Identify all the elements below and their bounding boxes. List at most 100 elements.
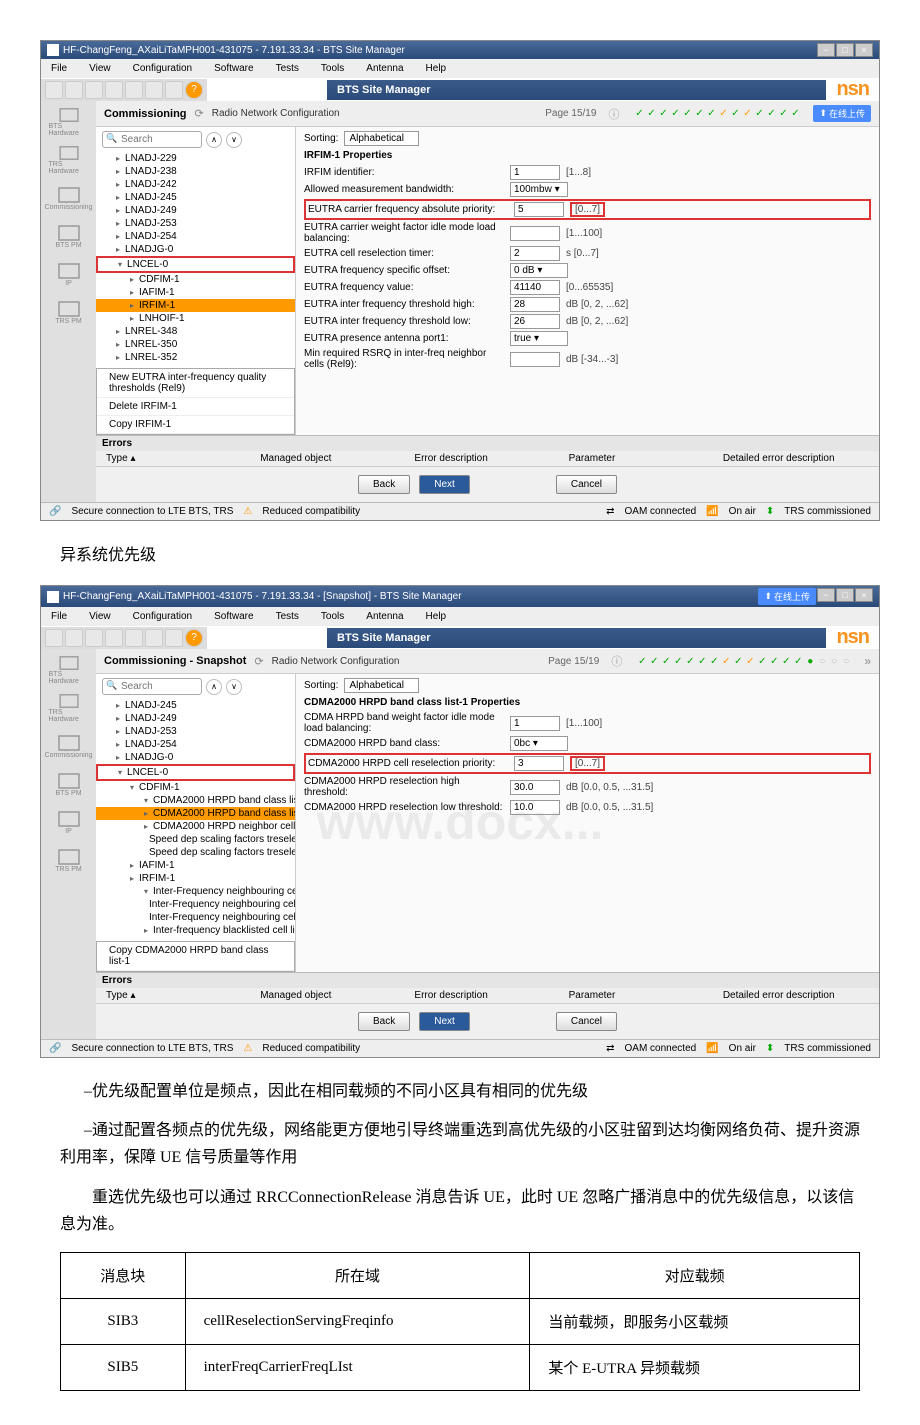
tb-btn-1[interactable] bbox=[45, 81, 63, 99]
property-value[interactable] bbox=[510, 165, 560, 180]
close-button[interactable]: × bbox=[855, 43, 873, 57]
search-next-button[interactable]: ∨ bbox=[226, 679, 242, 695]
error-column-header[interactable]: Managed object bbox=[256, 453, 410, 464]
search-input[interactable] bbox=[102, 678, 202, 695]
tree-item[interactable]: LNCEL-0 bbox=[96, 256, 295, 273]
search-prev-button[interactable]: ∧ bbox=[206, 132, 222, 148]
property-value[interactable] bbox=[510, 314, 560, 329]
info-icon[interactable]: ⓘ bbox=[608, 106, 619, 122]
upload-button[interactable]: ⬆在线上传 bbox=[758, 588, 816, 605]
menu-tests[interactable]: Tests bbox=[266, 609, 309, 624]
error-column-header[interactable]: Type ▴ bbox=[102, 453, 256, 464]
menu-tools[interactable]: Tools bbox=[311, 61, 354, 76]
search-prev-button[interactable]: ∧ bbox=[206, 679, 222, 695]
tree-item[interactable]: IRFIM-1 bbox=[96, 872, 295, 885]
property-value[interactable] bbox=[510, 246, 560, 261]
context-menu-item[interactable]: Copy CDMA2000 HRPD band class list-1 bbox=[97, 942, 294, 971]
menu-file[interactable]: File bbox=[41, 61, 77, 76]
sort-select[interactable]: Alphabetical bbox=[344, 678, 418, 693]
tree-item[interactable]: IAFIM-1 bbox=[96, 859, 295, 872]
sidebar-commissioning[interactable]: Commissioning bbox=[49, 731, 89, 761]
help-icon[interactable]: ? bbox=[185, 629, 203, 647]
property-value[interactable] bbox=[510, 800, 560, 815]
tree-item[interactable]: LNADJ-245 bbox=[96, 191, 295, 204]
minimize-button[interactable]: − bbox=[817, 588, 835, 602]
tree-item[interactable]: LNADJ-242 bbox=[96, 178, 295, 191]
menu-view[interactable]: View bbox=[79, 609, 121, 624]
property-value[interactable] bbox=[514, 756, 564, 771]
sort-select[interactable]: Alphabetical bbox=[344, 131, 418, 146]
help-icon[interactable]: ? bbox=[185, 81, 203, 99]
maximize-button[interactable]: □ bbox=[836, 588, 854, 602]
error-column-header[interactable]: Parameter bbox=[565, 453, 719, 464]
tb-btn-7[interactable] bbox=[165, 629, 183, 647]
tree-item[interactable]: LNADJ-238 bbox=[96, 165, 295, 178]
tree-item[interactable]: LNREL-348 bbox=[96, 325, 295, 338]
tree-item[interactable]: LNADJ-254 bbox=[96, 738, 295, 751]
sidebar-trs-pm[interactable]: TRS PM bbox=[49, 297, 89, 327]
property-value[interactable] bbox=[510, 280, 560, 295]
tb-btn-2[interactable] bbox=[65, 81, 83, 99]
tree-item[interactable]: LNADJ-249 bbox=[96, 204, 295, 217]
tree-item[interactable]: LNADJ-253 bbox=[96, 725, 295, 738]
close-button[interactable]: × bbox=[855, 588, 873, 602]
property-value[interactable] bbox=[514, 202, 564, 217]
context-menu-item[interactable]: Delete IRFIM-1 bbox=[97, 398, 294, 416]
sidebar-bts-pm[interactable]: BTS PM bbox=[49, 769, 89, 799]
error-column-header[interactable]: Parameter bbox=[565, 990, 719, 1001]
tree-item[interactable]: LNADJ-245 bbox=[96, 699, 295, 712]
sidebar-ip[interactable]: IP bbox=[49, 259, 89, 289]
sidebar-bts-pm[interactable]: BTS PM bbox=[49, 221, 89, 251]
tree-item[interactable]: LNREL-350 bbox=[96, 338, 295, 351]
minimize-button[interactable]: − bbox=[817, 43, 835, 57]
property-value[interactable] bbox=[510, 226, 560, 241]
property-value[interactable]: 0bc ▾ bbox=[510, 736, 568, 751]
menu-configuration[interactable]: Configuration bbox=[123, 609, 202, 624]
error-column-header[interactable]: Managed object bbox=[256, 990, 410, 1001]
tree-item[interactable]: CDFIM-1 bbox=[96, 781, 295, 794]
tree-item[interactable]: Speed dep scaling factors treselection H… bbox=[96, 846, 295, 859]
property-value[interactable]: 100mbw ▾ bbox=[510, 182, 568, 197]
tree-item[interactable]: CDMA2000 HRPD band class list-1 bbox=[96, 807, 295, 820]
info-icon[interactable]: ⓘ bbox=[611, 653, 622, 669]
tree-item[interactable]: Inter-Frequency neighbouring cell list-1 bbox=[96, 898, 295, 911]
error-column-header[interactable]: Detailed error description bbox=[719, 453, 873, 464]
tb-btn-7[interactable] bbox=[165, 81, 183, 99]
sidebar-trs-hardware[interactable]: TRS Hardware bbox=[49, 145, 89, 175]
context-menu-item[interactable]: New EUTRA inter-frequency quality thresh… bbox=[97, 369, 294, 398]
error-column-header[interactable]: Type ▴ bbox=[102, 990, 256, 1001]
tree-item[interactable]: LNCEL-0 bbox=[96, 764, 295, 781]
menu-tools[interactable]: Tools bbox=[311, 609, 354, 624]
sidebar-commissioning[interactable]: Commissioning bbox=[49, 183, 89, 213]
tb-btn-5[interactable] bbox=[125, 81, 143, 99]
tree-item[interactable]: Inter-Frequency neighbouring cell list bbox=[96, 885, 295, 898]
tree-item[interactable]: IAFIM-1 bbox=[96, 286, 295, 299]
tb-btn-6[interactable] bbox=[145, 629, 163, 647]
tree-item[interactable]: Inter-Frequency neighbouring cell list-2 bbox=[96, 911, 295, 924]
tree-item[interactable]: LNADJ-253 bbox=[96, 217, 295, 230]
menu-tests[interactable]: Tests bbox=[266, 61, 309, 76]
crumb-refresh-icon[interactable]: ⟳ bbox=[254, 655, 263, 668]
sidebar-ip[interactable]: IP bbox=[49, 807, 89, 837]
tb-btn-2[interactable] bbox=[65, 629, 83, 647]
tb-btn-6[interactable] bbox=[145, 81, 163, 99]
menu-file[interactable]: File bbox=[41, 609, 77, 624]
tree-item[interactable]: Inter-frequency blacklisted cell list bbox=[96, 924, 295, 937]
tree-item[interactable]: LNHOIF-1 bbox=[96, 312, 295, 325]
property-value[interactable]: 0 dB ▾ bbox=[510, 263, 568, 278]
menu-antenna[interactable]: Antenna bbox=[356, 609, 413, 624]
search-next-button[interactable]: ∨ bbox=[226, 132, 242, 148]
menu-software[interactable]: Software bbox=[204, 61, 263, 76]
tb-btn-3[interactable] bbox=[85, 629, 103, 647]
property-value[interactable] bbox=[510, 780, 560, 795]
back-button[interactable]: Back bbox=[358, 475, 410, 494]
error-column-header[interactable]: Error description bbox=[410, 453, 564, 464]
more-icon[interactable]: » bbox=[864, 654, 871, 668]
property-value[interactable] bbox=[510, 352, 560, 367]
tb-btn-4[interactable] bbox=[105, 81, 123, 99]
next-button[interactable]: Next bbox=[419, 1012, 470, 1031]
tree-item[interactable]: LNADJG-0 bbox=[96, 243, 295, 256]
sidebar-bts-hardware[interactable]: BTS Hardware bbox=[49, 655, 89, 685]
property-value[interactable] bbox=[510, 716, 560, 731]
tree-item[interactable]: IRFIM-1 bbox=[96, 299, 295, 312]
